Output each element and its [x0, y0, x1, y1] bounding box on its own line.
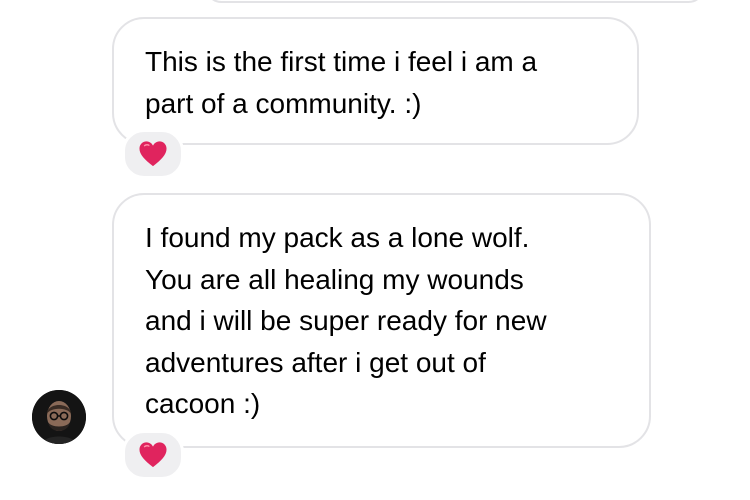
message-bubble[interactable]: This is the first time i feel i am a par… — [112, 17, 639, 145]
heart-icon — [139, 442, 167, 468]
message-bubble[interactable]: I found my pack as a lone wolf. You are … — [112, 193, 651, 448]
message-text-line: This is the first time i feel i am a — [145, 46, 538, 77]
message-text-line: part of a community. :) — [145, 87, 422, 119]
heart-reaction[interactable] — [122, 129, 184, 179]
previous-message-bubble-edge — [205, 0, 705, 3]
message-text-line: adventures after i get out of — [145, 346, 486, 378]
profile-photo-icon — [32, 390, 86, 444]
message-text-line: and i will be super ready for new — [145, 305, 547, 336]
heart-icon — [139, 141, 167, 167]
heart-reaction[interactable] — [122, 430, 184, 480]
sender-avatar[interactable] — [32, 390, 86, 444]
message-text-line: I found my pack as a lone wolf. — [145, 222, 530, 253]
message-text-line: You are all healing my wounds — [145, 263, 524, 295]
message-text-line: cacoon :) — [145, 388, 261, 419]
